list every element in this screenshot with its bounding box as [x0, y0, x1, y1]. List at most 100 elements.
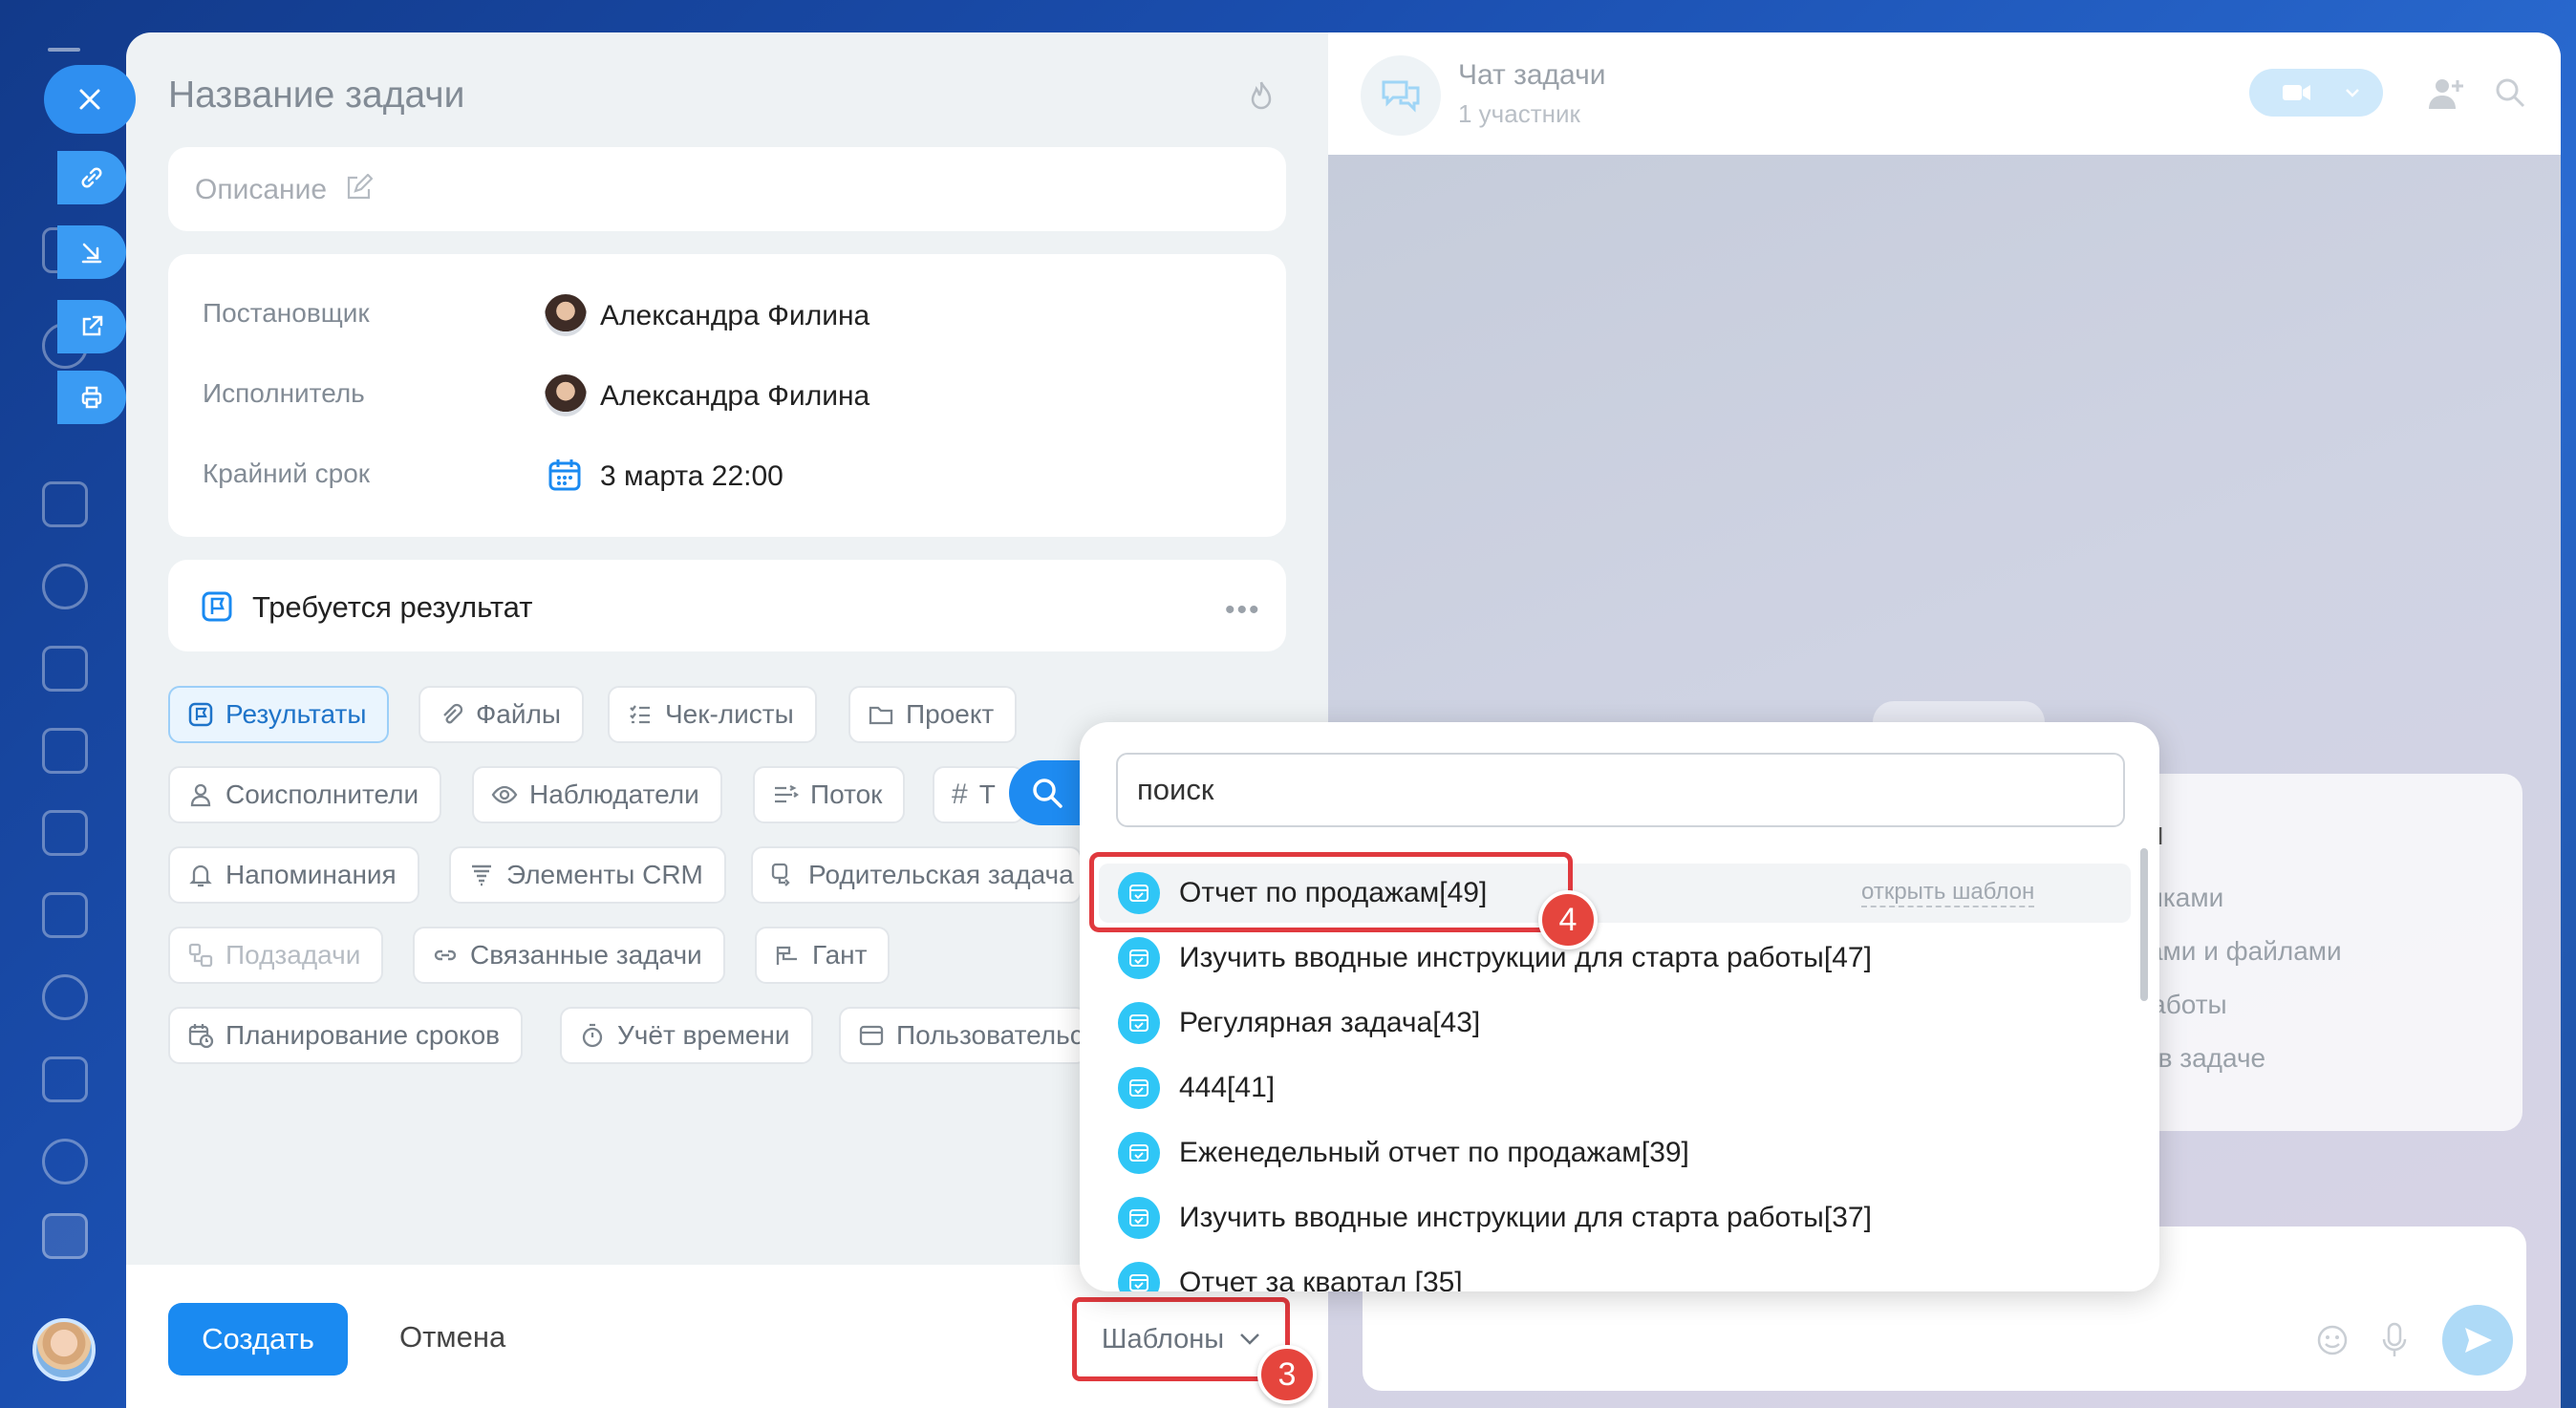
chip-related-tasks[interactable]: Связанные задачи — [413, 927, 725, 984]
chip-checklists[interactable]: Чек-листы — [608, 686, 817, 743]
news-icon[interactable] — [42, 481, 88, 527]
flag-icon — [188, 702, 213, 727]
chat-participants[interactable]: 1 участник — [1458, 99, 1580, 129]
chip-coexecutors-label: Соисполнители — [225, 779, 419, 809]
template-search-input[interactable] — [1116, 753, 2125, 827]
user-avatar[interactable] — [32, 1318, 96, 1381]
custom-field-icon — [859, 1025, 884, 1046]
microphone-icon[interactable] — [2381, 1322, 2408, 1358]
calendar-icon[interactable] — [42, 646, 88, 692]
chat-avatar — [1361, 55, 1441, 136]
chip-subtasks-label: Подзадачи — [225, 940, 361, 970]
chip-observers[interactable]: Наблюдатели — [472, 766, 722, 823]
open-new-window-button[interactable] — [57, 300, 126, 353]
chip-subtasks[interactable]: Подзадачи — [168, 927, 384, 984]
chip-time-tracking[interactable]: Учёт времени — [560, 1007, 813, 1064]
chat-bubbles-icon — [1382, 80, 1420, 113]
send-button[interactable] — [2442, 1305, 2513, 1376]
chip-project[interactable]: Проект — [848, 686, 1018, 743]
print-button[interactable] — [57, 371, 126, 424]
chip-results[interactable]: Результаты — [168, 686, 390, 743]
video-camera-icon — [2283, 85, 2310, 100]
copy-link-button[interactable] — [57, 151, 126, 204]
assignee-value[interactable]: Александра Филина — [600, 380, 869, 413]
edit-icon — [347, 174, 373, 200]
apps-icon[interactable] — [42, 1213, 88, 1259]
print-icon — [81, 386, 102, 409]
emoji-icon[interactable] — [2316, 1324, 2349, 1356]
gantt-icon — [776, 946, 797, 965]
chevron-down-icon — [2346, 89, 2359, 97]
template-icon — [1118, 937, 1160, 979]
chip-coexecutors[interactable]: Соисполнители — [168, 766, 442, 823]
template-icon — [1118, 1262, 1160, 1291]
video-call-button[interactable] — [2249, 69, 2383, 117]
create-button[interactable]: Создать — [168, 1303, 348, 1376]
bell-icon — [189, 864, 212, 887]
close-slider-button[interactable] — [44, 65, 136, 134]
chip-parent-task[interactable]: Родительская задача — [751, 846, 1082, 904]
chip-planning[interactable]: Планирование сроков — [168, 1007, 524, 1064]
settings-icon[interactable] — [42, 1139, 88, 1184]
chip-flow[interactable]: Поток — [753, 766, 906, 823]
template-item[interactable]: Изучить вводные инструкции для старта ра… — [1099, 1188, 2131, 1248]
chip-project-label: Проект — [906, 699, 995, 729]
link-icon — [81, 167, 102, 188]
edit-icon[interactable] — [42, 1056, 88, 1102]
chat-icon[interactable] — [42, 564, 88, 609]
chip-gantt[interactable]: Гант — [755, 927, 891, 984]
template-item[interactable]: Отчет за квартал [35] — [1099, 1253, 2131, 1291]
flame-icon[interactable] — [1242, 78, 1280, 117]
minimize-button[interactable] — [57, 225, 126, 279]
template-item[interactable]: Еженедельный отчет по продажам[39] — [1099, 1123, 2131, 1183]
chip-files[interactable]: Файлы — [419, 686, 584, 743]
deadline-label: Крайний срок — [203, 459, 371, 488]
flow-icon — [775, 784, 799, 803]
chip-time-tracking-label: Учёт времени — [617, 1020, 790, 1050]
groups-icon[interactable] — [42, 974, 88, 1020]
template-item-label: Отчет за квартал [35] — [1179, 1267, 1463, 1291]
chip-results-label: Результаты — [225, 699, 367, 729]
app-sidebar — [0, 0, 126, 1408]
drive-icon[interactable] — [42, 810, 88, 856]
add-user-icon[interactable] — [2427, 76, 2465, 111]
chat-title: Чат задачи — [1458, 59, 1606, 91]
menu-icon[interactable] — [48, 48, 80, 52]
template-item[interactable]: Изучить вводные инструкции для старта ра… — [1099, 928, 2131, 988]
task-title-input[interactable]: Название задачи — [168, 75, 464, 117]
creator-label: Постановщик — [203, 298, 370, 328]
open-template-link[interactable]: открыть шаблон — [1861, 879, 2035, 907]
search-icon[interactable] — [2494, 76, 2526, 109]
dropdown-scrollbar[interactable] — [2140, 848, 2148, 1001]
chevron-down-icon — [1240, 1333, 1260, 1345]
deadline-value[interactable]: 3 марта 22:00 — [600, 460, 784, 493]
docs-icon[interactable] — [42, 728, 88, 774]
template-icon — [1118, 1132, 1160, 1174]
template-item-label: Изучить вводные инструкции для старта ра… — [1179, 1202, 1872, 1233]
search-icon — [1033, 779, 1063, 808]
chip-planning-label: Планирование сроков — [225, 1020, 501, 1050]
eye-icon — [491, 785, 518, 804]
creator-value[interactable]: Александра Филина — [600, 300, 869, 332]
template-icon — [1118, 1002, 1160, 1044]
chip-reminders[interactable]: Напоминания — [168, 846, 419, 904]
chip-custom-fields[interactable]: Пользовательс — [839, 1007, 1087, 1064]
mail-icon[interactable] — [42, 892, 88, 938]
chip-crm[interactable]: Элементы CRM — [449, 846, 726, 904]
assignee-label: Исполнитель — [203, 378, 365, 408]
chip-search-button[interactable] — [1009, 760, 1085, 825]
chip-tags-label: Т — [978, 779, 996, 809]
creator-avatar — [545, 294, 587, 336]
description-field[interactable] — [168, 147, 1286, 231]
more-icon[interactable]: ••• — [1225, 594, 1261, 627]
cancel-button[interactable]: Отмена — [399, 1320, 505, 1355]
calendar-clock-icon — [188, 1024, 214, 1049]
hash-icon: # — [952, 779, 968, 810]
template-icon — [1118, 1067, 1160, 1109]
external-link-icon — [82, 315, 103, 336]
person-icon — [190, 783, 211, 807]
template-item[interactable]: 444[41] — [1099, 1058, 2131, 1118]
link-icon — [434, 949, 457, 961]
template-item[interactable]: Регулярная задача[43] — [1099, 993, 2131, 1053]
minimize-icon — [81, 243, 102, 264]
